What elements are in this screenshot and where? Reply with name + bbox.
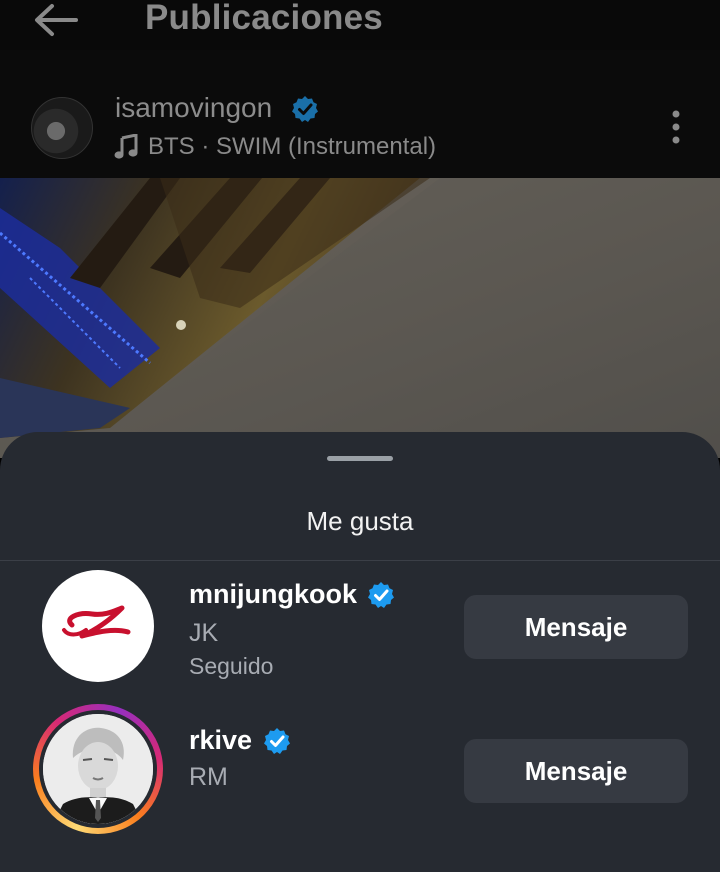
verified-icon <box>368 582 394 608</box>
divider <box>0 560 720 561</box>
sheet-title: Me gusta <box>306 506 414 536</box>
profile-photo <box>43 714 153 824</box>
music-note-icon <box>114 134 138 159</box>
post-image[interactable] <box>0 178 720 458</box>
story-ring[interactable] <box>33 704 163 834</box>
back-arrow-icon[interactable] <box>32 2 80 38</box>
username[interactable]: rkive <box>189 724 252 756</box>
post-photo <box>0 178 720 458</box>
page-title: Publicaciones <box>145 0 383 37</box>
more-vertical-icon[interactable] <box>666 108 686 146</box>
author-avatar[interactable] <box>31 97 93 159</box>
drag-handle[interactable] <box>327 456 393 461</box>
follow-status: Seguido <box>189 653 274 679</box>
full-name: RM <box>189 763 228 791</box>
list-item[interactable]: rkive RM Mensaje <box>0 704 720 834</box>
author-username[interactable]: isamovingon <box>115 92 272 124</box>
music-track[interactable]: BTS · SWIM (Instrumental) <box>148 132 436 162</box>
verified-icon <box>292 96 318 122</box>
username[interactable]: mnijungkook <box>189 578 357 610</box>
full-name: JK <box>189 619 219 647</box>
message-button[interactable]: Mensaje <box>464 595 688 659</box>
post-header: isamovingon BTS · SWIM (Instrumental) <box>0 50 720 178</box>
likes-sheet: Me gusta mnijungkook JK Seguido Mensaje <box>0 432 720 872</box>
avatar[interactable] <box>42 570 154 682</box>
avatar[interactable] <box>43 714 153 824</box>
verified-icon <box>264 728 290 754</box>
message-button[interactable]: Mensaje <box>464 739 688 803</box>
logo-icon <box>62 605 131 639</box>
list-item[interactable]: mnijungkook JK Seguido Mensaje <box>0 570 720 700</box>
top-bar: Publicaciones <box>0 0 720 50</box>
